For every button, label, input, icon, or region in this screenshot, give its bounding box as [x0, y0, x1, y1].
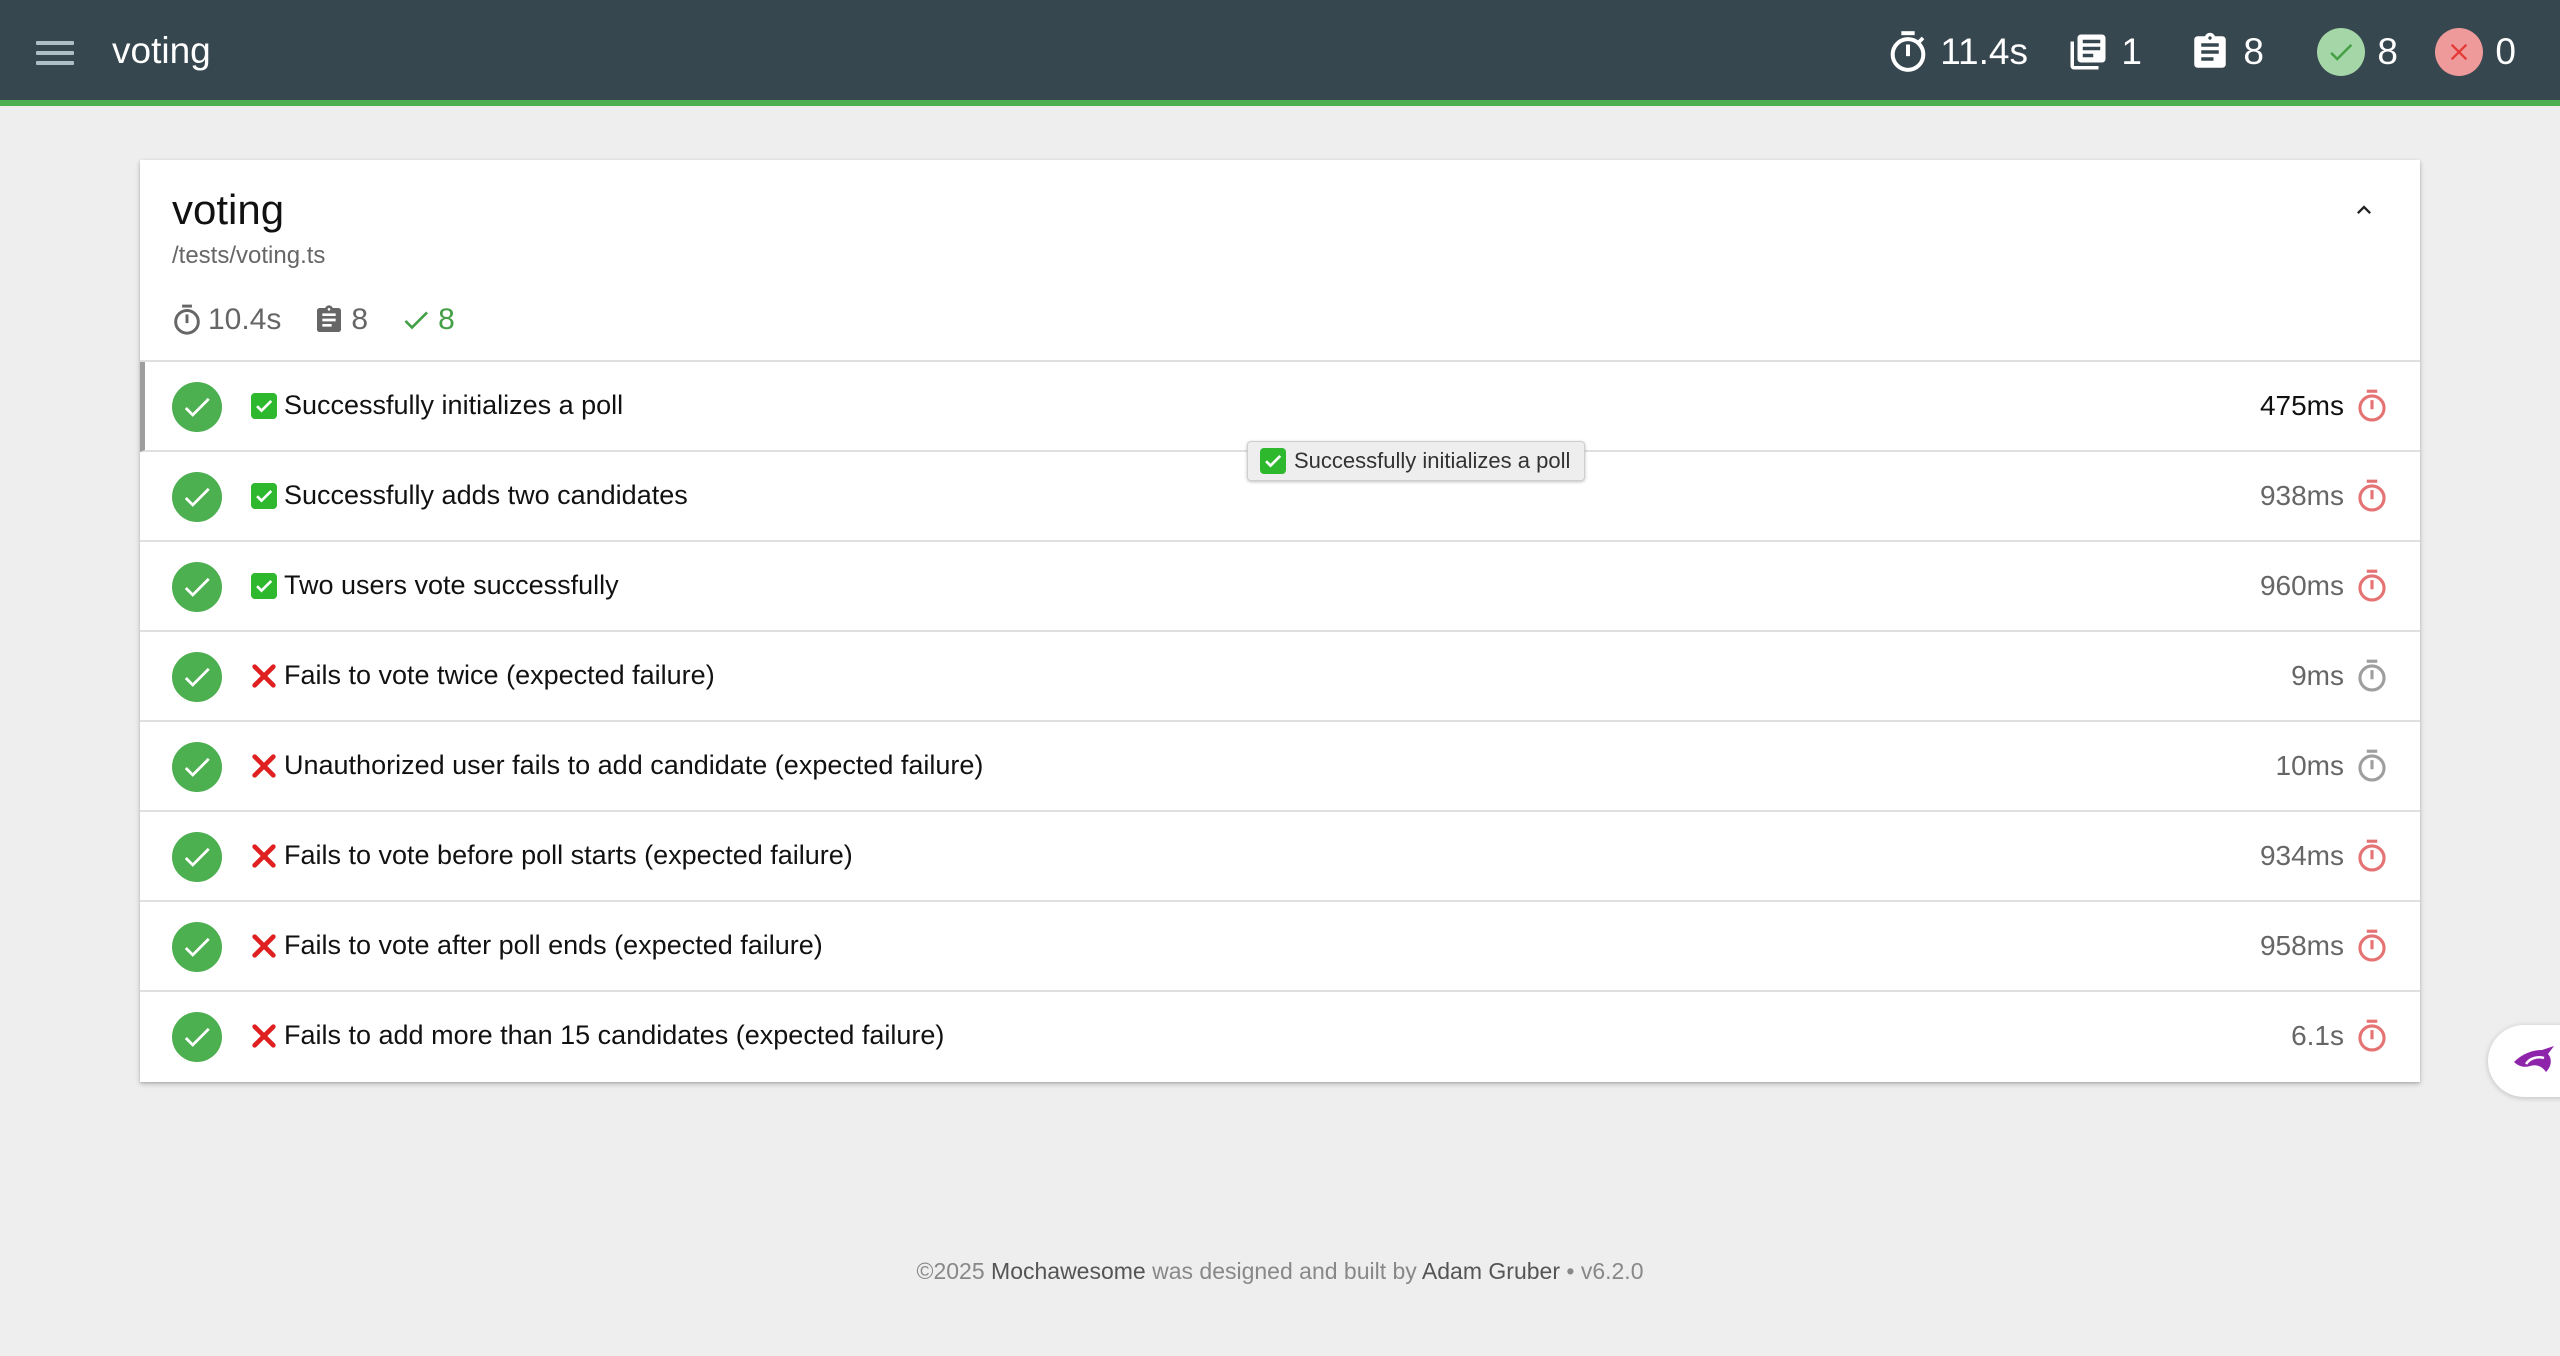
footer-brand-link[interactable]: Mochawesome: [991, 1258, 1146, 1284]
timer-icon: [2356, 839, 2388, 873]
test-title: Fails to vote before poll starts (expect…: [284, 840, 853, 870]
suites-stat[interactable]: 1: [2067, 24, 2142, 80]
test-passed-check-icon: [172, 382, 222, 432]
timer-icon: [2356, 929, 2388, 963]
test-row[interactable]: Unauthorized user fails to add candidate…: [140, 722, 2420, 812]
suites-count: 1: [2121, 31, 2142, 72]
suite-passes: 8: [400, 303, 455, 337]
test-row[interactable]: Fails to vote twice (expected failure) 9m…: [140, 632, 2420, 722]
tests-stat[interactable]: 8: [2189, 24, 2264, 80]
footer-copyright: ©2025: [916, 1258, 985, 1284]
test-row[interactable]: Successfully initializes a poll 475ms: [140, 362, 2420, 452]
footer-text: was designed and built by: [1152, 1258, 1417, 1284]
suite-title: voting: [172, 186, 285, 233]
tests-count: 8: [2243, 31, 2264, 72]
test-title: Fails to add more than 15 candidates (ex…: [284, 1020, 945, 1050]
test-title: Fails to vote after poll ends (expected …: [284, 930, 823, 960]
test-row[interactable]: Two users vote successfully 960ms: [140, 542, 2420, 632]
check-icon: [404, 311, 429, 330]
suite-file-path: /tests/voting.ts: [172, 242, 326, 269]
top-navbar: voting 11.4s 1 8 8 0: [0, 0, 2560, 106]
clipboard-icon: [317, 305, 342, 332]
timer-icon: [2356, 659, 2388, 693]
cross-mark-emoji-icon: [250, 842, 278, 870]
test-row[interactable]: Fails to add more than 15 candidates (ex…: [140, 992, 2420, 1082]
suite-card: voting /tests/voting.ts 10.4s 8 8 Succes…: [140, 160, 2420, 1082]
test-duration: 960ms: [2259, 570, 2344, 601]
test-title: Unauthorized user fails to add candidate…: [284, 750, 984, 780]
report-title: voting: [112, 30, 211, 71]
duration-stat: 11.4s: [1888, 24, 2028, 80]
collapse-chevron-up-icon[interactable]: [2344, 190, 2384, 230]
test-passed-check-icon: [172, 832, 222, 882]
checkmark-emoji-icon: [250, 482, 278, 510]
test-passed-check-icon: [172, 652, 222, 702]
timer-icon: [2356, 479, 2388, 513]
test-duration: 938ms: [2259, 480, 2344, 511]
failed-x-icon: [2435, 28, 2484, 76]
test-title: Successfully initializes a poll: [284, 390, 624, 420]
test-duration: 9ms: [2291, 660, 2344, 691]
test-title: Fails to vote twice (expected failure): [284, 660, 715, 690]
checkmark-emoji-icon: [250, 392, 278, 420]
timer-icon: [174, 304, 200, 335]
cross-mark-emoji-icon: [250, 932, 278, 960]
timer-icon: [2356, 569, 2388, 603]
test-passed-check-icon: [172, 742, 222, 792]
timer-icon: [1890, 31, 1926, 72]
tooltip-text: Successfully initializes a poll: [1294, 448, 1571, 473]
suite-duration: 10.4s: [172, 303, 281, 337]
test-duration: 934ms: [2259, 840, 2344, 871]
test-row[interactable]: Fails to vote after poll ends (expected …: [140, 902, 2420, 992]
footer-separator: •: [1566, 1258, 1575, 1284]
cross-mark-emoji-icon: [250, 1022, 278, 1050]
passed-check-icon: [2317, 28, 2366, 76]
test-passed-check-icon: [172, 472, 222, 522]
passes-count: 8: [2377, 31, 2398, 72]
test-title: Two users vote successfully: [284, 570, 619, 600]
test-duration: 6.1s: [2291, 1020, 2344, 1051]
menu-icon[interactable]: [34, 36, 76, 70]
timer-icon: [2356, 1019, 2388, 1053]
clipboard-icon: [2194, 32, 2227, 68]
cross-mark-emoji-icon: [250, 752, 278, 780]
suite-stats: 10.4s 8 8: [172, 300, 487, 340]
test-duration: 958ms: [2259, 930, 2344, 961]
failures-stat[interactable]: 0: [2435, 24, 2516, 80]
test-duration: 10ms: [2275, 750, 2344, 781]
test-title-tooltip: Successfully initializes a poll: [1247, 441, 1586, 481]
total-duration: 11.4s: [1940, 31, 2028, 72]
footer-version: v6.2.0: [1580, 1258, 1644, 1284]
library-books-icon: [2070, 34, 2106, 70]
suite-tests: 8: [313, 303, 368, 337]
timer-icon: [2356, 389, 2388, 423]
bird-logo-icon: [2514, 1046, 2554, 1072]
test-passed-check-icon: [172, 922, 222, 972]
test-duration: 475ms: [2259, 390, 2344, 421]
cross-mark-emoji-icon: [250, 662, 278, 690]
checkmark-emoji-icon: [1260, 448, 1286, 474]
failures-count: 0: [2495, 31, 2516, 72]
test-passed-check-icon: [172, 562, 222, 612]
test-passed-check-icon: [172, 1012, 222, 1062]
passes-stat[interactable]: 8: [2317, 24, 2398, 80]
floating-assistant-button[interactable]: [2488, 1025, 2560, 1097]
timer-icon: [2356, 749, 2388, 783]
test-row[interactable]: Fails to vote before poll starts (expect…: [140, 812, 2420, 902]
checkmark-emoji-icon: [250, 572, 278, 600]
footer: ©2025 Mochawesome was designed and built…: [0, 1258, 2560, 1285]
footer-author-link[interactable]: Adam Gruber: [1422, 1258, 1560, 1284]
test-title: Successfully adds two candidates: [284, 480, 688, 510]
